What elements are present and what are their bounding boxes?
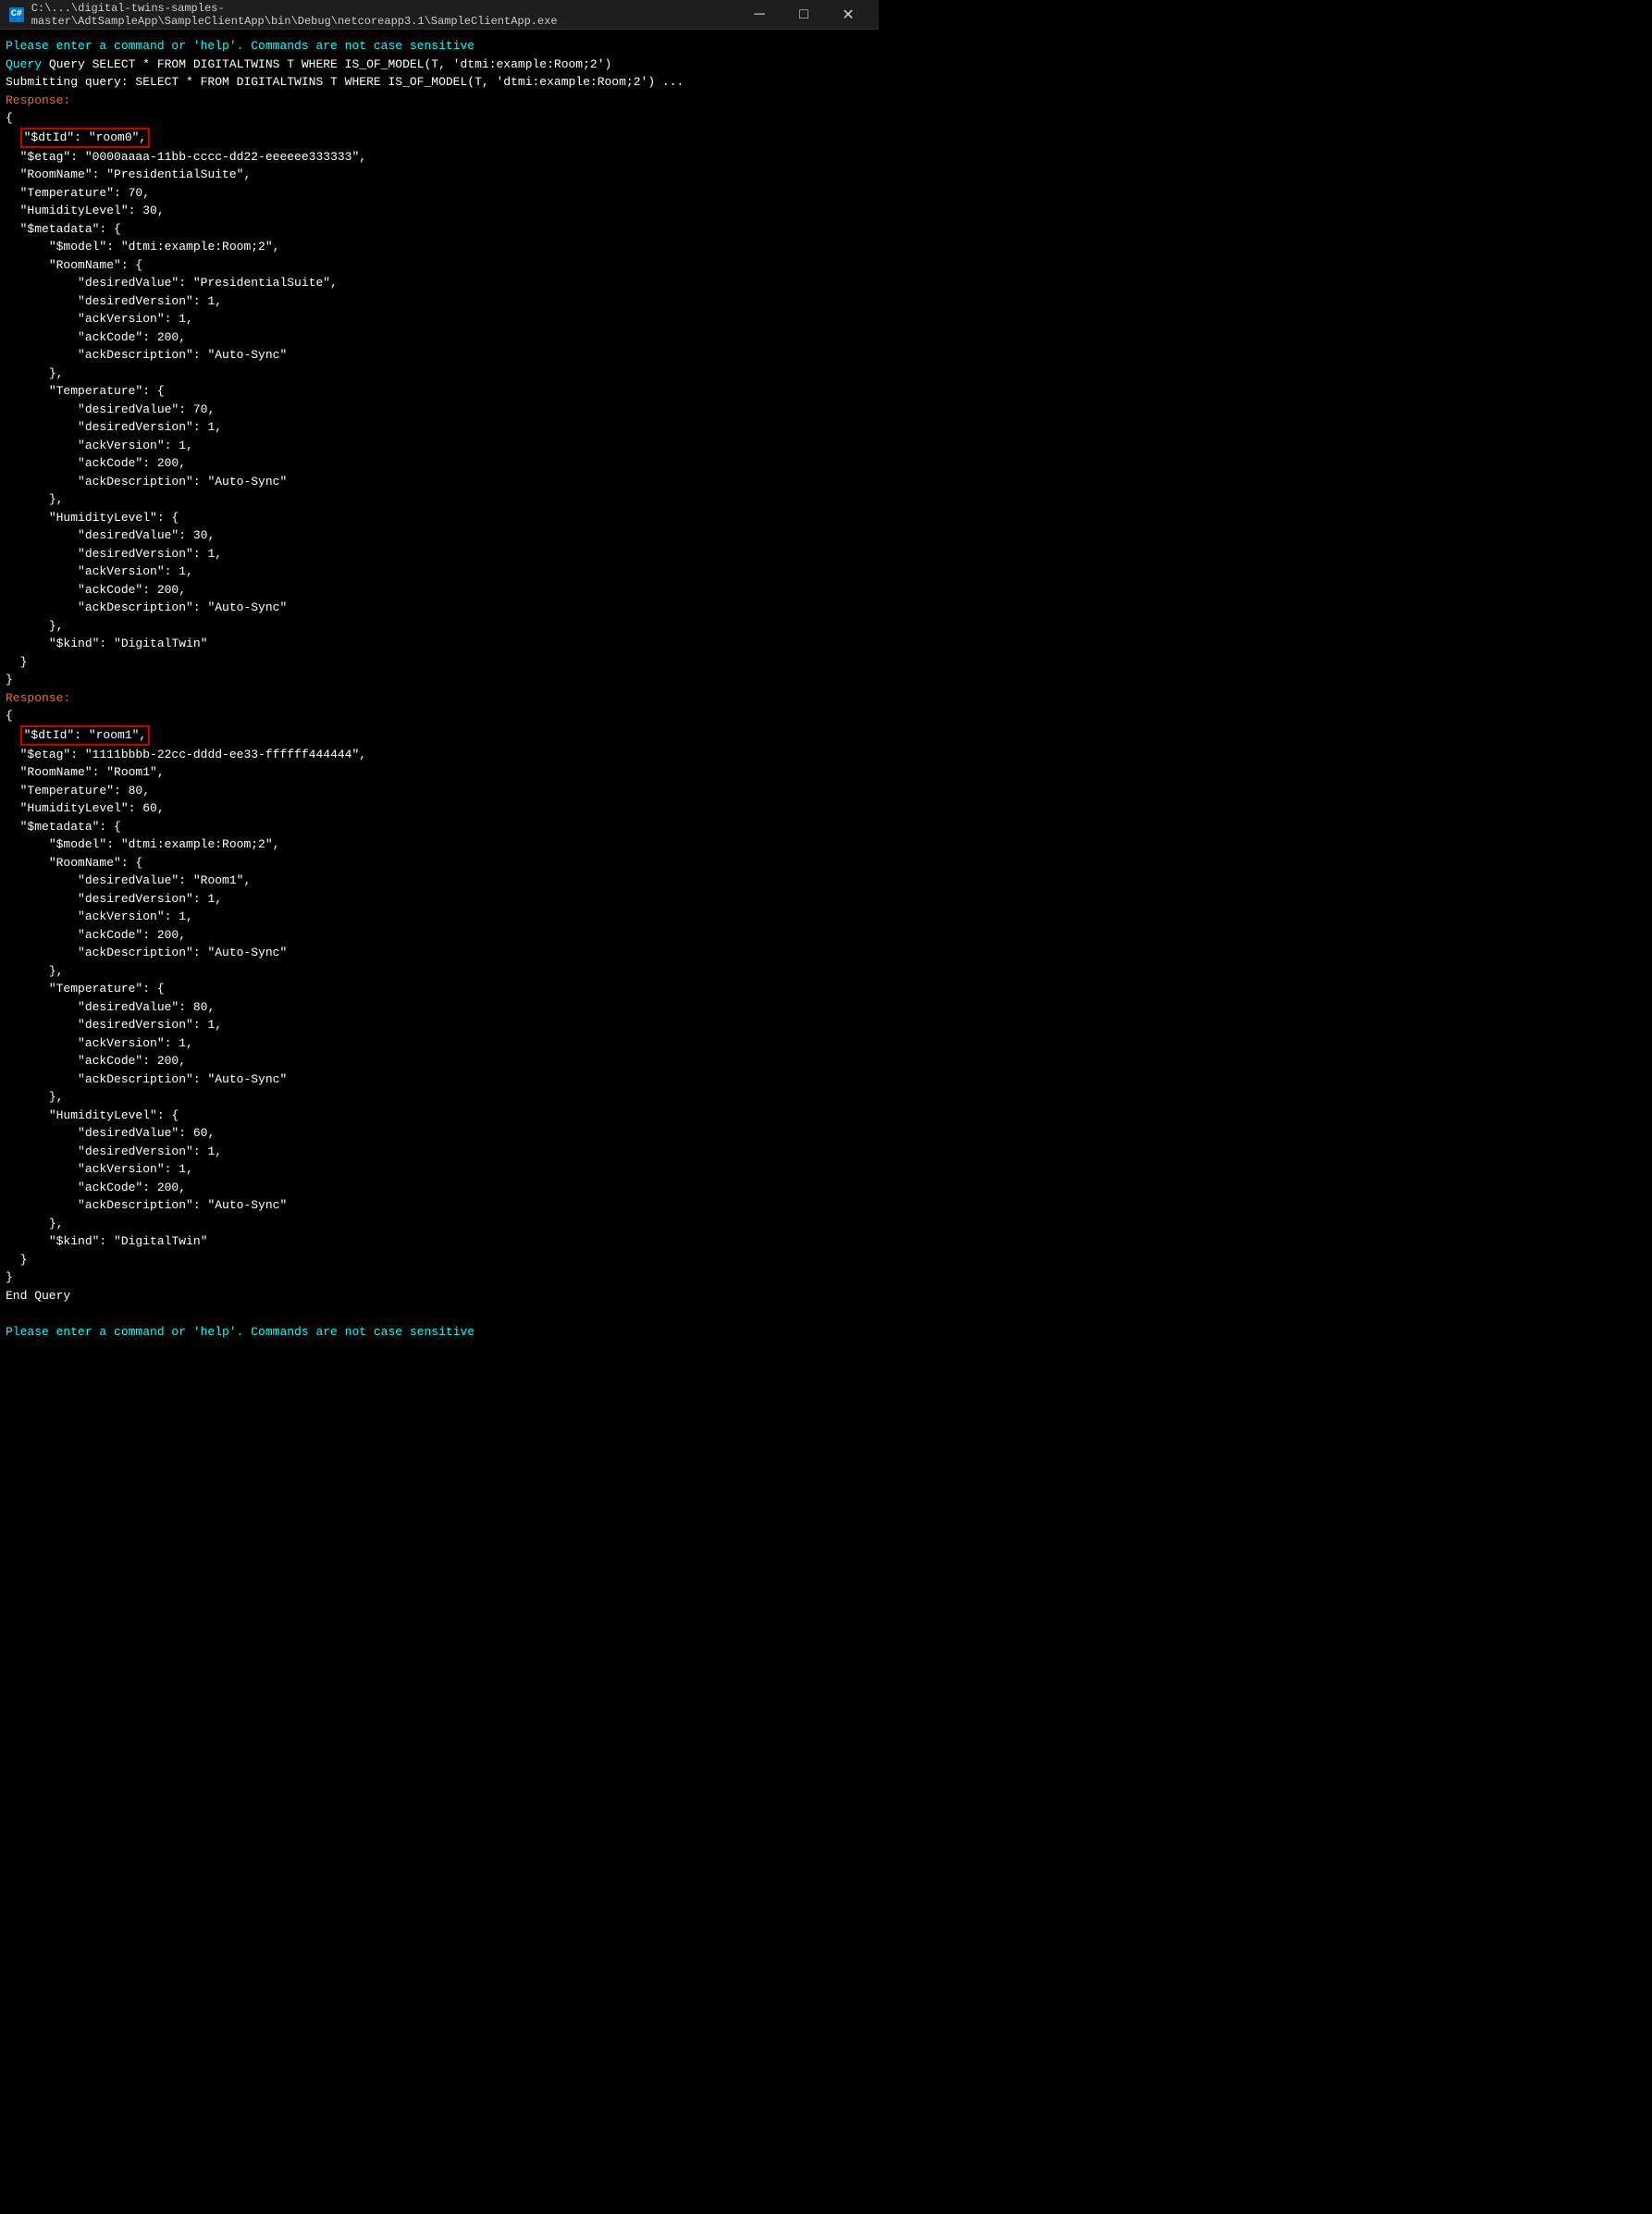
room1-ackcode200c: "ackCode": 200, (6, 1179, 873, 1197)
query-input-line: Query Query SELECT * FROM DIGITALTWINS T… (6, 56, 873, 74)
room1-kind: "$kind": "DigitalTwin" (6, 1232, 873, 1251)
room0-ackversion1c: "ackVersion": 1, (6, 563, 873, 581)
room0-desiredversion1c: "desiredVersion": 1, (6, 545, 873, 563)
room1-roomname: "RoomName": "Room1", (6, 763, 873, 782)
room1-desiredversion1: "desiredVersion": 1, (6, 890, 873, 909)
room0-temp-meta-open: "Temperature": { (6, 382, 873, 401)
title-bar-left: C# C:\...\digital-twins-samples-master\A… (9, 2, 738, 28)
header-notice: Please enter a command or 'help'. Comman… (6, 37, 873, 56)
footer-notice: Please enter a command or 'help'. Comman… (6, 1323, 873, 1342)
window: C# C:\...\digital-twins-samples-master\A… (0, 0, 879, 1348)
room1-roomname-meta-open: "RoomName": { (6, 854, 873, 872)
room1-metadata-open: "$metadata": { (6, 818, 873, 836)
room1-obj-close: } (6, 1268, 873, 1287)
room0-roomname-meta-open: "RoomName": { (6, 256, 873, 275)
room0-close3: }, (6, 617, 873, 636)
room1-desiredvalue-r1: "desiredValue": "Room1", (6, 872, 873, 890)
room0-model: "$model": "dtmi:example:Room;2", (6, 238, 873, 256)
room1-desiredversion1b: "desiredVersion": 1, (6, 1016, 873, 1034)
close-button[interactable]: ✕ (827, 2, 869, 28)
room1-dtid-line: "$dtId": "room1", (6, 725, 873, 746)
room0-metadata-open: "$metadata": { (6, 220, 873, 239)
room1-etag: "$etag": "1111bbbb-22cc-dddd-ee33-ffffff… (6, 746, 873, 764)
room0-ackcode200: "ackCode": 200, (6, 328, 873, 347)
room1-close1: }, (6, 962, 873, 981)
room0-desiredvalue30: "desiredValue": 30, (6, 526, 873, 545)
room0-ackdescription-as3: "ackDescription": "Auto-Sync" (6, 599, 873, 617)
room0-close2: }, (6, 490, 873, 509)
room1-humidity-meta-open: "HumidityLevel": { (6, 1107, 873, 1125)
room0-dtid-highlighted: "$dtId": "room0", (20, 128, 151, 148)
end-query-line: End Query (6, 1287, 873, 1305)
query-text: Query SELECT * FROM DIGITALTWINS T WHERE… (49, 57, 612, 71)
room1-humiditylevel: "HumidityLevel": 60, (6, 799, 873, 818)
minimize-button[interactable]: ─ (738, 2, 781, 28)
room0-dtid-line: "$dtId": "room0", (6, 128, 873, 148)
title-bar-controls: ─ □ ✕ (738, 2, 869, 28)
room1-desiredversion1c: "desiredVersion": 1, (6, 1143, 873, 1161)
room0-kind: "$kind": "DigitalTwin" (6, 635, 873, 653)
room1-ackcode200: "ackCode": 200, (6, 926, 873, 945)
room0-desiredvalue-ps: "desiredValue": "PresidentialSuite", (6, 274, 873, 292)
room1-ackdescription-as: "ackDescription": "Auto-Sync" (6, 944, 873, 962)
room1-temp-meta-open: "Temperature": { (6, 980, 873, 998)
empty-line (6, 1305, 873, 1323)
room0-humidity-meta-open: "HumidityLevel": { (6, 509, 873, 527)
room0-obj-close: } (6, 671, 873, 689)
room1-desiredvalue80: "desiredValue": 80, (6, 998, 873, 1017)
room1-ackcode200b: "ackCode": 200, (6, 1052, 873, 1070)
room0-ackversion1b: "ackVersion": 1, (6, 437, 873, 455)
response-label-1: Response: (6, 92, 873, 110)
title-bar-path: C:\...\digital-twins-samples-master\AdtS… (31, 2, 738, 28)
room1-close2: }, (6, 1088, 873, 1107)
room0-roomname: "RoomName": "PresidentialSuite", (6, 166, 873, 184)
room0-open-brace: { (6, 109, 873, 128)
title-bar: C# C:\...\digital-twins-samples-master\A… (0, 0, 879, 30)
response-label-2: Response: (6, 689, 873, 708)
room0-meta-close: } (6, 653, 873, 672)
room0-ackdescription-as: "ackDescription": "Auto-Sync" (6, 346, 873, 365)
room0-etag: "$etag": "0000aaaa-11bb-cccc-dd22-eeeeee… (6, 148, 873, 167)
terminal-output: Please enter a command or 'help'. Comman… (0, 30, 879, 1348)
room0-desiredversion1: "desiredVersion": 1, (6, 292, 873, 311)
room0-ackversion1: "ackVersion": 1, (6, 310, 873, 328)
room1-desiredvalue60: "desiredValue": 60, (6, 1124, 873, 1143)
room1-meta-close: } (6, 1251, 873, 1269)
room1-ackdescription-as3: "ackDescription": "Auto-Sync" (6, 1196, 873, 1215)
room0-humiditylevel: "HumidityLevel": 30, (6, 202, 873, 220)
submitting-line: Submitting query: SELECT * FROM DIGITALT… (6, 73, 873, 92)
room1-open-brace: { (6, 707, 873, 725)
room1-ackversion1b: "ackVersion": 1, (6, 1034, 873, 1053)
room1-ackdescription-as2: "ackDescription": "Auto-Sync" (6, 1070, 873, 1089)
query-keyword: Query (6, 57, 49, 71)
room0-ackcode200b: "ackCode": 200, (6, 454, 873, 473)
room1-dtid-highlighted: "$dtId": "room1", (20, 725, 151, 746)
room0-ackdescription-as2: "ackDescription": "Auto-Sync" (6, 473, 873, 491)
maximize-button[interactable]: □ (783, 2, 825, 28)
room1-ackversion1c: "ackVersion": 1, (6, 1160, 873, 1179)
room0-temperature: "Temperature": 70, (6, 184, 873, 203)
room0-ackcode200c: "ackCode": 200, (6, 581, 873, 600)
room1-close3: }, (6, 1215, 873, 1233)
room0-desiredversion1b: "desiredVersion": 1, (6, 418, 873, 437)
room0-close1: }, (6, 365, 873, 383)
room1-model: "$model": "dtmi:example:Room;2", (6, 835, 873, 854)
room1-temperature: "Temperature": 80, (6, 782, 873, 800)
room1-ackversion1: "ackVersion": 1, (6, 908, 873, 926)
room0-desiredvalue70: "desiredValue": 70, (6, 401, 873, 419)
app-icon: C# (9, 7, 24, 22)
